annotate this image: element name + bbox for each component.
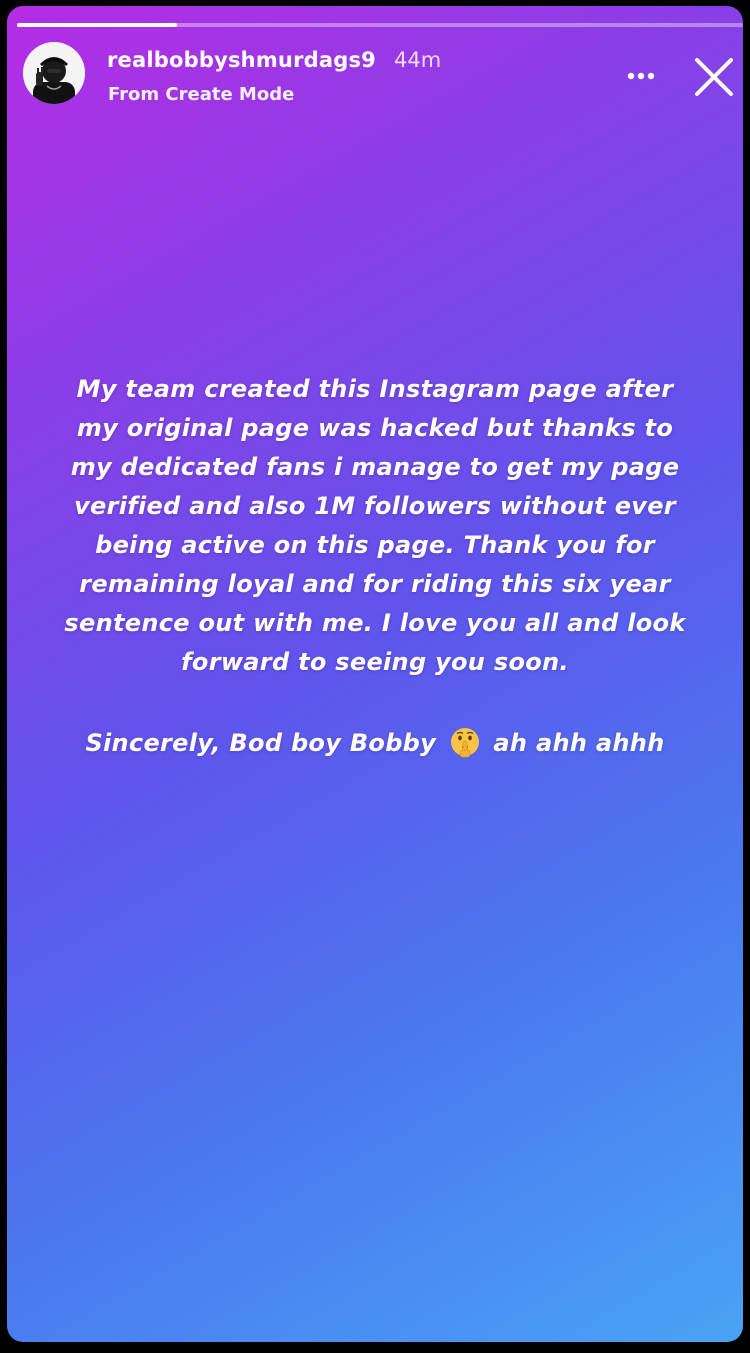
shushing-face-icon: [449, 726, 481, 770]
message-line: remaining loyal and for riding this six …: [79, 570, 671, 598]
message-line: forward to seeing you soon.: [181, 648, 569, 676]
story-progress-bar: [17, 23, 743, 27]
story-viewer[interactable]: realbobbyshmurdags9 44m From Create Mode…: [7, 6, 743, 1342]
story-header: realbobbyshmurdags9 44m From Create Mode: [23, 42, 733, 112]
message-line: being active on this page. Thank you for: [95, 531, 655, 559]
profile-photo-icon[interactable]: [23, 42, 85, 104]
close-button[interactable]: [689, 52, 739, 102]
post-timestamp: 44m: [393, 48, 442, 72]
close-icon: [695, 58, 733, 96]
message-line: verified and also 1M followers without e…: [74, 492, 676, 520]
message-line: My team created this Instagram page afte…: [76, 375, 674, 403]
signoff-text-after: ah ahh ahhh: [493, 729, 665, 757]
more-options-icon: [627, 72, 655, 80]
username-link[interactable]: realbobbyshmurdags9: [107, 48, 376, 72]
message-line: my original page was hacked but thanks t…: [76, 414, 674, 442]
message-line: my dedicated fans i manage to get my pag…: [70, 453, 680, 481]
signoff-text: Sincerely, Bod boy Bobby: [85, 729, 437, 757]
story-signoff: Sincerely, Bod boy Bobby ah ahh ahhh: [37, 724, 713, 770]
message-line: sentence out with me. I love you all and…: [64, 609, 686, 637]
user-info: realbobbyshmurdags9 44m: [107, 48, 441, 72]
more-options-button[interactable]: [615, 56, 667, 96]
story-message: My team created this Instagram page afte…: [37, 370, 713, 682]
story-source-label: From Create Mode: [108, 84, 295, 105]
story-progress-fill: [17, 23, 177, 27]
